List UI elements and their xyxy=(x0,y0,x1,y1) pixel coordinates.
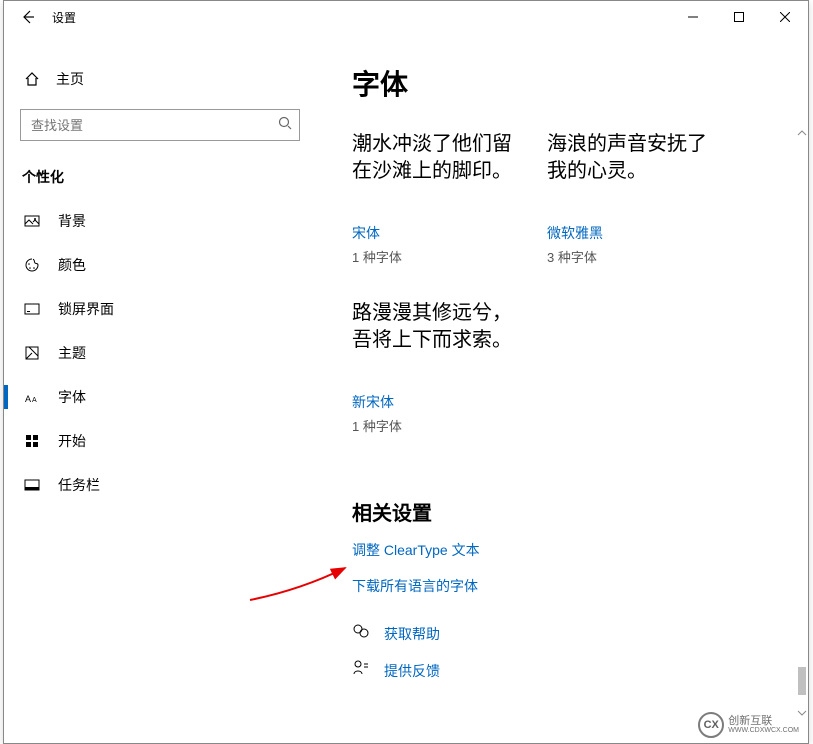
font-tile-nsimsun[interactable]: 路漫漫其修远兮，吾将上下而求索。 新宋体 1 种字体 xyxy=(352,300,527,435)
watermark-logo: CX 创新互联 WWW.CDXWCX.COM xyxy=(698,712,799,738)
main-panel: 字体 潮水冲淡了他们留在沙滩上的脚印。 宋体 1 种字体 海浪的声音安抚了我的心… xyxy=(324,33,808,743)
nav-item-lockscreen[interactable]: 锁屏界面 xyxy=(4,287,316,331)
home-icon xyxy=(22,71,42,87)
content-area: 主页 个性化 背景 颜色 锁屏界面 主题 xyxy=(4,33,808,743)
nav-label: 背景 xyxy=(58,211,86,231)
titlebar: 设置 xyxy=(4,1,808,33)
window-controls xyxy=(670,1,808,33)
page-title: 字体 xyxy=(352,63,788,103)
help-icon xyxy=(352,622,374,645)
maximize-icon xyxy=(734,12,744,22)
feedback-label: 提供反馈 xyxy=(384,661,440,681)
palette-icon xyxy=(22,257,42,273)
lockscreen-icon xyxy=(22,301,42,317)
nav-label: 字体 xyxy=(58,387,86,407)
font-icon: AA xyxy=(22,389,42,405)
scroll-up-icon[interactable] xyxy=(796,127,808,139)
logo-badge: CX xyxy=(698,712,724,738)
picture-icon xyxy=(22,213,42,229)
nav-label: 任务栏 xyxy=(58,475,100,495)
font-count: 3 种字体 xyxy=(547,247,722,266)
nav-item-background[interactable]: 背景 xyxy=(4,199,316,243)
font-count: 1 种字体 xyxy=(352,416,527,435)
annotation-arrow xyxy=(240,550,580,610)
minimize-icon xyxy=(688,12,698,22)
close-icon xyxy=(780,12,790,22)
font-name: 微软雅黑 xyxy=(547,223,722,243)
svg-text:A: A xyxy=(25,394,31,404)
section-title: 个性化 xyxy=(22,167,316,187)
font-sample: 潮水冲淡了他们留在沙滩上的脚印。 xyxy=(352,131,527,209)
home-label: 主页 xyxy=(56,69,84,89)
sidebar: 主页 个性化 背景 颜色 锁屏界面 主题 xyxy=(4,33,324,743)
back-button[interactable] xyxy=(4,1,52,33)
font-sample: 海浪的声音安抚了我的心灵。 xyxy=(547,131,722,209)
back-arrow-icon xyxy=(20,9,36,25)
help-label: 获取帮助 xyxy=(384,624,440,644)
close-button[interactable] xyxy=(762,1,808,33)
feedback-icon xyxy=(352,659,374,682)
font-name: 新宋体 xyxy=(352,392,527,412)
nav-label: 开始 xyxy=(58,431,86,451)
search-box[interactable] xyxy=(20,109,300,141)
scroll-thumb[interactable] xyxy=(798,667,806,695)
nav-item-colors[interactable]: 颜色 xyxy=(4,243,316,287)
search-input[interactable] xyxy=(20,109,300,141)
get-help[interactable]: 获取帮助 xyxy=(352,622,788,645)
nav-label: 主题 xyxy=(58,343,86,363)
window-title: 设置 xyxy=(52,9,76,26)
svg-text:A: A xyxy=(32,397,37,404)
font-grid: 潮水冲淡了他们留在沙滩上的脚印。 宋体 1 种字体 海浪的声音安抚了我的心灵。 … xyxy=(352,131,788,469)
font-sample: 路漫漫其修远兮，吾将上下而求索。 xyxy=(352,300,527,378)
nav-item-start[interactable]: 开始 xyxy=(4,419,316,463)
vertical-scrollbar[interactable] xyxy=(794,133,808,703)
font-count: 1 种字体 xyxy=(352,247,527,266)
nav-label: 颜色 xyxy=(58,255,86,275)
logo-text: 创新互联 WWW.CDXWCX.COM xyxy=(728,716,799,734)
give-feedback[interactable]: 提供反馈 xyxy=(352,659,788,682)
home-link[interactable]: 主页 xyxy=(4,61,316,97)
theme-icon xyxy=(22,345,42,361)
nav-item-taskbar[interactable]: 任务栏 xyxy=(4,463,316,507)
start-icon xyxy=(22,433,42,449)
font-tile-yahei[interactable]: 海浪的声音安抚了我的心灵。 微软雅黑 3 种字体 xyxy=(547,131,722,266)
settings-window: 设置 主页 个性化 背景 颜色 xyxy=(3,0,809,744)
taskbar-icon xyxy=(22,477,42,493)
nav-item-fonts[interactable]: AA 字体 xyxy=(4,375,316,419)
font-name: 宋体 xyxy=(352,223,527,243)
nav-label: 锁屏界面 xyxy=(58,299,114,319)
search-icon xyxy=(278,116,292,135)
nav-item-themes[interactable]: 主题 xyxy=(4,331,316,375)
maximize-button[interactable] xyxy=(716,1,762,33)
minimize-button[interactable] xyxy=(670,1,716,33)
related-settings-title: 相关设置 xyxy=(352,497,788,526)
font-tile-simsun[interactable]: 潮水冲淡了他们留在沙滩上的脚印。 宋体 1 种字体 xyxy=(352,131,527,266)
